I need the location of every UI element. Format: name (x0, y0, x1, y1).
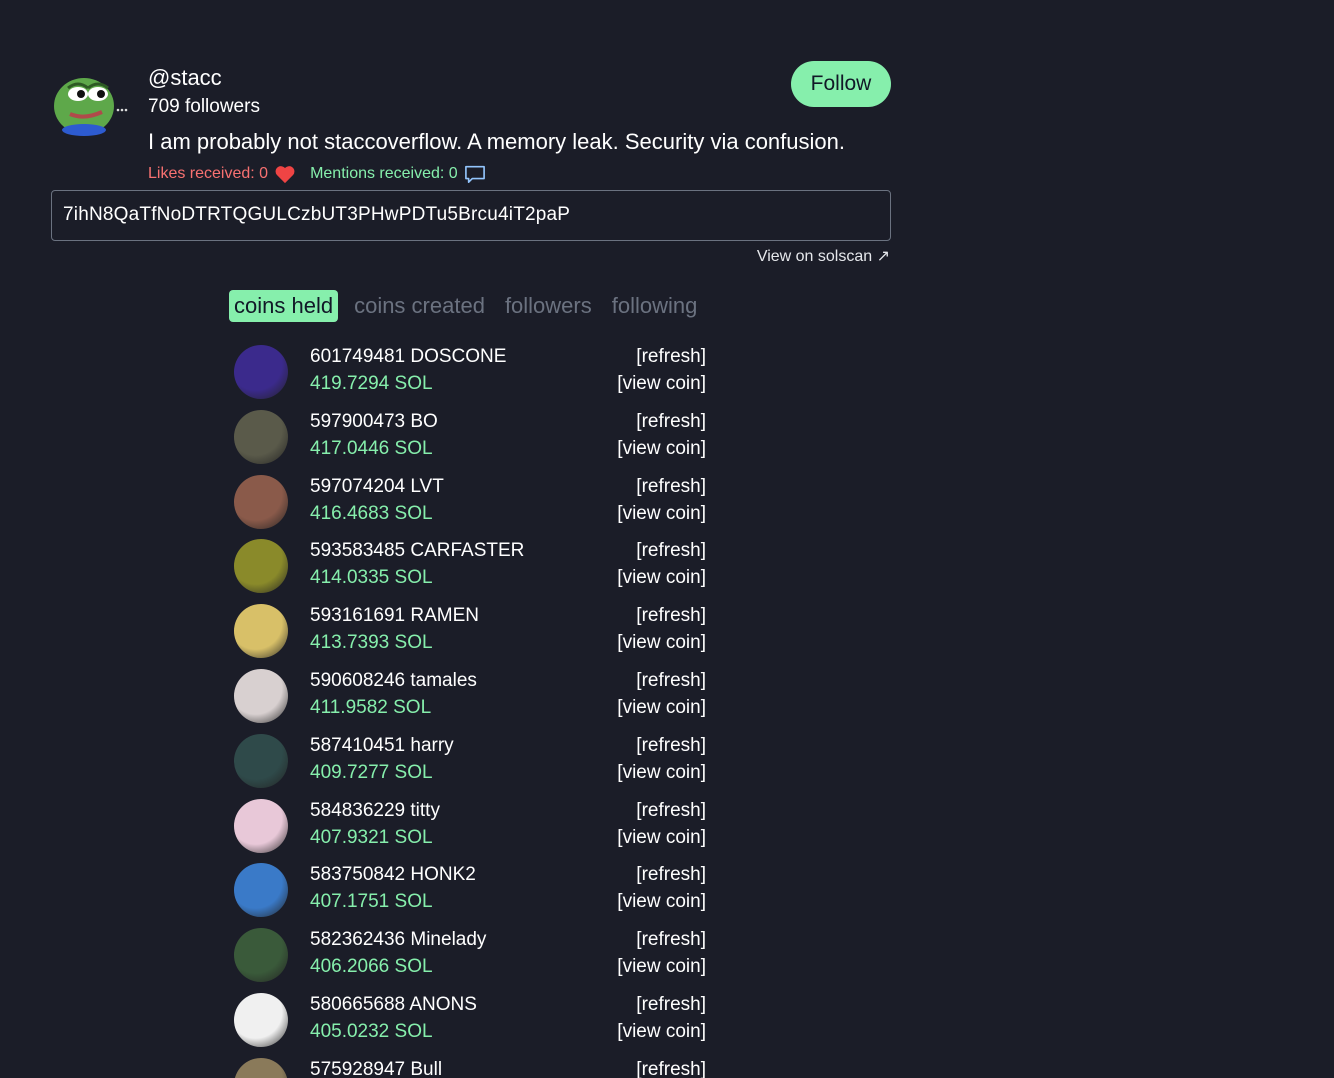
refresh-button[interactable]: [refresh] (636, 928, 706, 952)
coin-name[interactable]: 583750842 HONK2 (310, 863, 476, 887)
refresh-button[interactable]: [refresh] (636, 410, 706, 434)
doscone-coin-icon (234, 345, 288, 399)
coin-name[interactable]: 601749481 DOSCONE (310, 345, 506, 369)
mentions-received-label: Mentions received: 0 (310, 165, 458, 182)
coin-row: 583750842 HONK2 407.1751 SOL [refresh] [… (233, 861, 709, 926)
coin-balance: 414.0335 SOL (310, 567, 433, 589)
refresh-button[interactable]: [refresh] (636, 863, 706, 887)
coin-row: 580665688 ANONS 405.0232 SOL [refresh] [… (233, 991, 709, 1056)
coin-row: 593583485 CARFASTER 414.0335 SOL [refres… (233, 537, 709, 602)
coin-name[interactable]: 590608246 tamales (310, 669, 477, 693)
coin-name[interactable]: 575928947 Bull (310, 1058, 442, 1078)
coin-row: 601749481 DOSCONE 419.7294 SOL [refresh]… (233, 343, 709, 408)
view-coin-link[interactable]: [view coin] (617, 566, 706, 590)
coin-balance: 413.7393 SOL (310, 632, 433, 654)
coins-held-list: 601749481 DOSCONE 419.7294 SOL [refresh]… (233, 343, 709, 1078)
wallet-address-field[interactable]: 7ihN8QaTfNoDTRTQGULCzbUT3PHwPDTu5Brcu4iT… (51, 190, 891, 241)
follow-button[interactable]: Follow (791, 61, 891, 107)
view-coin-link[interactable]: [view coin] (617, 502, 706, 526)
refresh-button[interactable]: [refresh] (636, 1058, 706, 1078)
titty-coin-icon (234, 798, 288, 853)
profile-avatar (50, 70, 128, 136)
coin-row: 575928947 Bull [refresh] (233, 1056, 709, 1078)
coin-balance: 407.9321 SOL (310, 826, 433, 848)
chat-bubble-icon (464, 165, 485, 183)
coin-name[interactable]: 587410451 harry (310, 734, 454, 758)
heart-icon (275, 166, 295, 184)
view-coin-link[interactable]: [view coin] (617, 890, 706, 914)
view-coin-link[interactable]: [view coin] (617, 955, 706, 979)
lvt-coin-icon (234, 474, 288, 529)
tab-following[interactable]: following (608, 290, 702, 322)
view-on-solscan-link[interactable]: View on solscan ↗ (757, 246, 890, 268)
coin-balance: 416.4683 SOL (310, 502, 433, 524)
coin-name[interactable]: 597900473 BO (310, 410, 438, 434)
ramen-coin-icon (234, 604, 288, 659)
profile-tabs: coins held coins created followers follo… (229, 290, 701, 322)
coin-row: 597900473 BO 417.0446 SOL [refresh] [vie… (233, 408, 709, 473)
refresh-button[interactable]: [refresh] (636, 539, 706, 563)
view-coin-link[interactable]: [view coin] (617, 826, 706, 850)
mentions-received: Mentions received: 0 (310, 163, 486, 185)
coin-name[interactable]: 593161691 RAMEN (310, 604, 479, 628)
coin-balance: 417.0446 SOL (310, 437, 433, 459)
view-coin-link[interactable]: [view coin] (617, 696, 706, 720)
coin-name[interactable]: 597074204 LVT (310, 475, 444, 499)
coin-balance: 409.7277 SOL (310, 761, 433, 783)
refresh-button[interactable]: [refresh] (636, 604, 706, 628)
follower-count[interactable]: 709 followers (148, 95, 260, 119)
coin-row: 584836229 titty 407.9321 SOL [refresh] [… (233, 797, 709, 862)
coin-row: 582362436 Minelady 406.2066 SOL [refresh… (233, 926, 709, 991)
minelady-coin-icon (234, 928, 288, 983)
bull-coin-icon (234, 1057, 288, 1078)
profile-bio: I am probably not staccoverflow. A memor… (148, 129, 845, 154)
bo-coin-icon (234, 409, 288, 464)
coin-name[interactable]: 582362436 Minelady (310, 928, 486, 952)
refresh-button[interactable]: [refresh] (636, 475, 706, 499)
coin-name[interactable]: 593583485 CARFASTER (310, 539, 524, 563)
refresh-button[interactable]: [refresh] (636, 993, 706, 1017)
coin-row: 590608246 tamales 411.9582 SOL [refresh]… (233, 667, 709, 732)
tab-coins-created[interactable]: coins created (350, 290, 489, 322)
harry-coin-icon (234, 733, 288, 788)
coin-row: 597074204 LVT 416.4683 SOL [refresh] [vi… (233, 473, 709, 538)
honk2-coin-icon (234, 863, 288, 918)
profile-stats: Likes received: 0 Mentions received: 0 (148, 163, 486, 185)
carfaster-coin-icon (234, 539, 288, 594)
likes-received: Likes received: 0 (148, 163, 296, 185)
view-coin-link[interactable]: [view coin] (617, 372, 706, 396)
coin-name[interactable]: 584836229 titty (310, 799, 440, 823)
tab-coins-held[interactable]: coins held (229, 290, 339, 322)
anons-coin-icon (234, 992, 288, 1047)
refresh-button[interactable]: [refresh] (636, 799, 706, 823)
view-coin-link[interactable]: [view coin] (617, 631, 706, 655)
tab-followers[interactable]: followers (501, 290, 596, 322)
coin-balance: 419.7294 SOL (310, 373, 433, 394)
refresh-button[interactable]: [refresh] (636, 734, 706, 758)
profile-page: @stacc 709 followers Follow I am probabl… (0, 0, 1334, 1078)
coin-balance: 405.0232 SOL (310, 1020, 433, 1042)
coin-balance: 406.2066 SOL (310, 956, 433, 978)
likes-received-label: Likes received: 0 (148, 165, 269, 182)
coin-row: 587410451 harry 409.7277 SOL [refresh] [… (233, 732, 709, 797)
view-coin-link[interactable]: [view coin] (617, 761, 706, 785)
wallet-address[interactable]: 7ihN8QaTfNoDTRTQGULCzbUT3PHwPDTu5Brcu4iT… (63, 203, 570, 227)
coin-balance: 411.9582 SOL (310, 696, 432, 718)
view-coin-link[interactable]: [view coin] (617, 1020, 706, 1044)
profile-handle: @stacc (148, 65, 222, 90)
refresh-button[interactable]: [refresh] (636, 345, 706, 369)
coin-name[interactable]: 580665688 ANONS (310, 993, 477, 1017)
refresh-button[interactable]: [refresh] (636, 669, 706, 693)
coin-row: 593161691 RAMEN 413.7393 SOL [refresh] [… (233, 602, 709, 667)
tamales-coin-icon (234, 668, 288, 723)
coin-balance: 407.1751 SOL (310, 891, 433, 913)
view-coin-link[interactable]: [view coin] (617, 437, 706, 461)
